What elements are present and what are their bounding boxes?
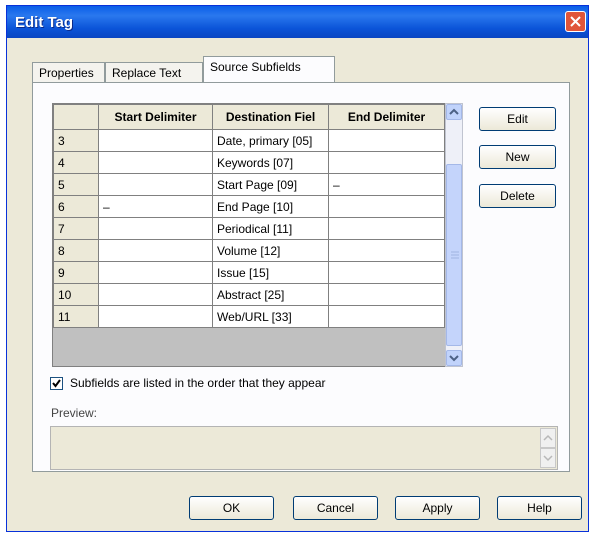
table-row[interactable]: 10 Abstract [25] [53, 283, 445, 306]
scroll-up-button[interactable] [446, 104, 462, 120]
column-header-rownum [53, 104, 99, 130]
edit-button[interactable]: Edit [479, 107, 556, 131]
end-delimiter-cell[interactable] [328, 151, 445, 174]
destination-field-cell[interactable]: Abstract [25] [212, 283, 329, 306]
table-row[interactable]: 4 Keywords [07] [53, 151, 445, 174]
end-delimiter-cell[interactable] [328, 239, 445, 262]
destination-field-cell[interactable]: Volume [12] [212, 239, 329, 262]
window-title: Edit Tag [15, 14, 74, 31]
start-delimiter-cell[interactable] [98, 151, 213, 174]
row-number-cell[interactable]: 10 [53, 283, 99, 306]
preview-scroll-down[interactable] [540, 448, 556, 468]
table-row[interactable]: 11 Web/URL [33] [53, 305, 445, 328]
tab-label: Replace Text [112, 66, 182, 80]
end-delimiter-cell[interactable] [328, 261, 445, 284]
end-delimiter-cell[interactable] [328, 195, 445, 218]
delete-button[interactable]: Delete [479, 184, 556, 208]
checkmark-icon [52, 379, 61, 388]
close-icon [570, 16, 581, 27]
chevron-down-icon [449, 355, 459, 362]
start-delimiter-cell[interactable] [98, 239, 213, 262]
column-header-start-delimiter[interactable]: Start Delimiter [98, 104, 213, 130]
row-number-cell[interactable]: 3 [53, 129, 99, 152]
table-row[interactable]: 3 Date, primary [05] [53, 129, 445, 152]
end-delimiter-cell[interactable] [328, 129, 445, 152]
start-delimiter-cell[interactable] [98, 173, 213, 196]
start-delimiter-cell[interactable] [98, 129, 213, 152]
scroll-thumb[interactable] [446, 164, 462, 346]
edit-tag-dialog: Edit Tag Properties Replace Text Source … [6, 5, 589, 532]
start-delimiter-cell[interactable]: – [98, 195, 213, 218]
order-checkbox[interactable] [50, 377, 63, 390]
row-number-cell[interactable]: 9 [53, 261, 99, 284]
preview-scrollbar[interactable] [540, 428, 556, 468]
chevron-up-icon [543, 434, 553, 441]
grip-icon [451, 251, 459, 259]
start-delimiter-cell[interactable] [98, 217, 213, 240]
start-delimiter-cell[interactable] [98, 305, 213, 328]
new-button[interactable]: New [479, 145, 556, 169]
tab-source-subfields[interactable]: Source Subfields [203, 56, 335, 83]
help-button[interactable]: Help [497, 496, 582, 520]
title-bar[interactable]: Edit Tag [7, 6, 588, 38]
destination-field-cell[interactable]: Web/URL [33] [212, 305, 329, 328]
start-delimiter-cell[interactable] [98, 283, 213, 306]
end-delimiter-cell[interactable] [328, 283, 445, 306]
start-delimiter-cell[interactable] [98, 261, 213, 284]
row-number-cell[interactable]: 7 [53, 217, 99, 240]
row-number-cell[interactable]: 11 [53, 305, 99, 328]
ok-button[interactable]: OK [189, 496, 274, 520]
end-delimiter-cell[interactable] [328, 305, 445, 328]
preview-scroll-up[interactable] [540, 428, 556, 448]
row-number-cell[interactable]: 6 [53, 195, 99, 218]
tab-properties[interactable]: Properties [32, 62, 105, 82]
row-number-cell[interactable]: 4 [53, 151, 99, 174]
destination-field-cell[interactable]: Keywords [07] [212, 151, 329, 174]
end-delimiter-cell[interactable]: – [328, 173, 445, 196]
column-header-destination-field[interactable]: Destination Fiel [212, 104, 329, 130]
tab-label: Properties [39, 66, 94, 80]
preview-label: Preview: [51, 406, 98, 420]
subfields-grid[interactable]: Start Delimiter Destination Fiel End Del… [52, 103, 462, 367]
table-row[interactable]: 8 Volume [12] [53, 239, 445, 262]
apply-button[interactable]: Apply [395, 496, 480, 520]
tab-replace-text[interactable]: Replace Text [105, 62, 203, 82]
destination-field-cell[interactable]: Issue [15] [212, 261, 329, 284]
chevron-up-icon [449, 108, 459, 115]
preview-box [50, 426, 558, 470]
cancel-button[interactable]: Cancel [293, 496, 378, 520]
table-row[interactable]: 7 Periodical [11] [53, 217, 445, 240]
column-header-end-delimiter[interactable]: End Delimiter [328, 104, 445, 130]
chevron-down-icon [543, 455, 553, 462]
destination-field-cell[interactable]: Date, primary [05] [212, 129, 329, 152]
source-subfields-panel: Start Delimiter Destination Fiel End Del… [32, 82, 570, 472]
table-row[interactable]: 6– End Page [10] [53, 195, 445, 218]
order-checkbox-label[interactable]: Subfields are listed in the order that t… [70, 376, 326, 390]
end-delimiter-cell[interactable] [328, 217, 445, 240]
close-button[interactable] [565, 11, 586, 32]
table-row[interactable]: 5 Start Page [09] – [53, 173, 445, 196]
scroll-down-button[interactable] [446, 350, 462, 366]
destination-field-cell[interactable]: Start Page [09] [212, 173, 329, 196]
table-row[interactable]: 9 Issue [15] [53, 261, 445, 284]
header-row: Start Delimiter Destination Fiel End Del… [53, 104, 445, 130]
destination-field-cell[interactable]: End Page [10] [212, 195, 329, 218]
tab-label: Source Subfields [210, 60, 301, 74]
subfields-table: Start Delimiter Destination Fiel End Del… [53, 104, 445, 328]
row-number-cell[interactable]: 5 [53, 173, 99, 196]
grid-vertical-scrollbar[interactable] [445, 103, 463, 367]
row-number-cell[interactable]: 8 [53, 239, 99, 262]
destination-field-cell[interactable]: Periodical [11] [212, 217, 329, 240]
